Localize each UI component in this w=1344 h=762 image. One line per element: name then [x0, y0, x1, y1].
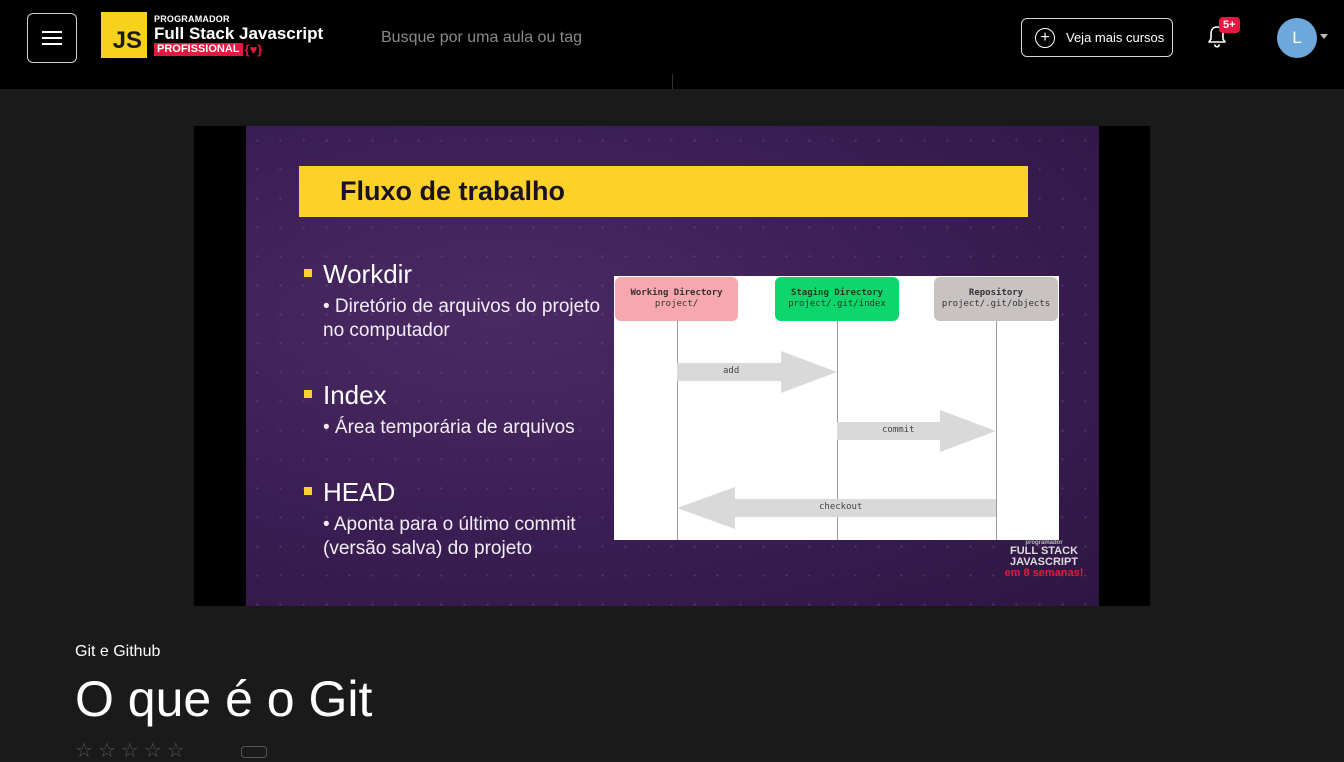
header-divider	[672, 74, 673, 89]
bullet-heading: Workdir	[303, 258, 613, 290]
chevron-down-icon[interactable]	[1320, 34, 1328, 39]
bullet-text: • Diretório de arquivos do projeto no co…	[323, 296, 601, 341]
diagram-node-staging-directory: Staging Directory project/.git/index	[775, 277, 899, 321]
star-icon[interactable]: ☆	[167, 741, 185, 761]
plus-circle-icon: +	[1035, 27, 1055, 48]
logo-js-mark: JS	[101, 12, 147, 58]
diagram-arrow-add	[677, 351, 837, 393]
search-input[interactable]	[381, 26, 661, 50]
star-icon[interactable]: ☆	[121, 741, 139, 761]
logo-main-text: Full Stack Javascript	[154, 23, 324, 43]
more-courses-button[interactable]: + Veja mais cursos	[1021, 18, 1173, 57]
lesson-title: O que é o Git	[75, 671, 373, 727]
logo-brace: {♥}	[244, 41, 263, 57]
course-name[interactable]: Git e Github	[75, 643, 160, 661]
comment-icon[interactable]	[241, 746, 267, 758]
menu-button[interactable]	[27, 13, 77, 63]
avatar[interactable]: L	[1277, 18, 1317, 58]
brand-logo[interactable]: JS PROGRAMADOR Full Stack Javascript PRO…	[101, 12, 323, 58]
bullet-text: • Aponta para o último commit (versão sa…	[323, 514, 576, 559]
video-player[interactable]: Fluxo de trabalho Workdir • Diretório de…	[194, 126, 1150, 606]
notification-badge: 5+	[1219, 17, 1240, 33]
course-watermark: programador FULL STACK JAVASCRIPT em 8 s…	[1004, 540, 1084, 579]
diagram-node-repository: Repository project/.git/objects	[934, 277, 1058, 321]
diagram-node-working-directory: Working Directory project/	[615, 277, 738, 321]
hamburger-menu-icon	[42, 31, 62, 45]
top-navbar: JS PROGRAMADOR Full Stack Javascript PRO…	[0, 0, 1344, 89]
diagram-arrow-commit	[837, 410, 996, 452]
video-frame-slide: Fluxo de trabalho Workdir • Diretório de…	[246, 126, 1099, 606]
slide-title: Fluxo de trabalho	[299, 166, 1028, 217]
diagram-lifeline	[996, 321, 997, 540]
logo-top-text: PROGRAMADOR	[154, 13, 230, 24]
diagram-arrow-label: commit	[882, 425, 915, 435]
slide-bullets: Workdir • Diretório de arquivos do proje…	[303, 258, 613, 561]
star-icon[interactable]: ☆	[75, 741, 93, 761]
bullet-text: • Área temporária de arquivos	[323, 417, 575, 438]
bullet-heading: Index	[303, 379, 613, 411]
star-icon[interactable]: ☆	[144, 741, 162, 761]
bullet-heading: HEAD	[303, 476, 613, 508]
git-workflow-diagram: Working Directory project/ Staging Direc…	[614, 276, 1059, 540]
diagram-arrow-label: add	[723, 366, 740, 376]
rating-stars[interactable]: ☆ ☆ ☆ ☆ ☆	[75, 741, 185, 761]
star-icon[interactable]: ☆	[98, 741, 116, 761]
more-courses-label: Veja mais cursos	[1066, 30, 1165, 45]
logo-tag: PROFISSIONAL	[154, 42, 243, 56]
diagram-arrow-label: checkout	[819, 502, 863, 512]
